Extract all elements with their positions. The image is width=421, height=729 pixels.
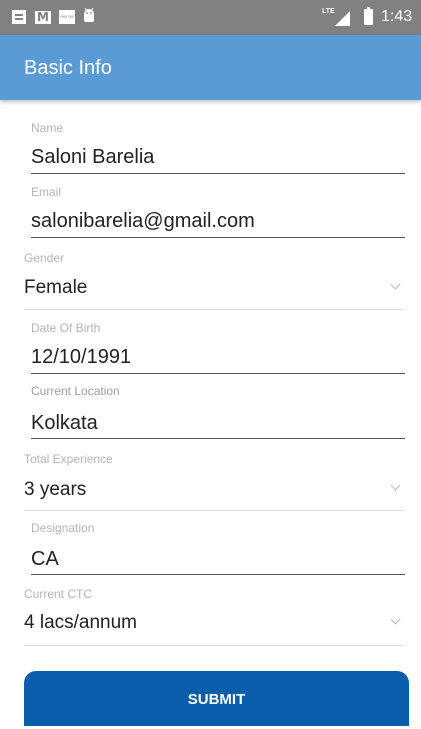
name-label: Name bbox=[31, 121, 64, 135]
ctc-label: Current CTC bbox=[24, 587, 93, 601]
network-type: LTE bbox=[322, 8, 335, 15]
experience-label: Total Experience bbox=[24, 452, 113, 466]
experience-underline bbox=[24, 510, 405, 511]
designation-field[interactable]: Designation CA bbox=[24, 519, 405, 575]
location-field[interactable]: Current Location Kolkata bbox=[24, 382, 405, 440]
status-time: 1:43 bbox=[381, 8, 413, 25]
dob-label: Date Of Birth bbox=[31, 321, 101, 335]
signal-icon bbox=[335, 11, 350, 26]
name-underline bbox=[31, 173, 405, 174]
designation-input[interactable]: CA bbox=[31, 548, 59, 571]
ctc-underline bbox=[24, 645, 405, 646]
status-bar: PAYTM LTE 1:43 bbox=[0, 0, 421, 35]
paytm-icon: PAYTM bbox=[59, 10, 75, 24]
submit-button[interactable]: SUBMIT bbox=[24, 671, 409, 726]
dob-input[interactable]: 12/10/1991 bbox=[31, 346, 131, 369]
page-title: Basic Info bbox=[24, 57, 112, 79]
ctc-value[interactable]: 4 lacs/annum bbox=[24, 612, 137, 634]
location-label: Current Location bbox=[31, 384, 120, 398]
experience-value[interactable]: 3 years bbox=[24, 479, 86, 501]
email-label: Email bbox=[31, 185, 62, 199]
email-input[interactable]: salonibarelia@gmail.com bbox=[31, 210, 255, 233]
android-icon bbox=[84, 8, 94, 22]
ctc-select[interactable]: Current CTC 4 lacs/annum bbox=[24, 585, 405, 647]
chevron-down-icon[interactable] bbox=[390, 279, 401, 290]
name-field[interactable]: Name Saloni Barelia bbox=[24, 118, 405, 174]
gender-value[interactable]: Female bbox=[24, 277, 87, 299]
name-input[interactable]: Saloni Barelia bbox=[31, 146, 154, 169]
gmail-icon bbox=[35, 10, 51, 24]
notes-icon bbox=[12, 10, 26, 24]
gender-label: Gender bbox=[24, 251, 65, 265]
gender-underline bbox=[24, 309, 405, 310]
chevron-down-icon[interactable] bbox=[390, 480, 401, 491]
battery-icon bbox=[364, 7, 373, 25]
gender-select[interactable]: Gender Female bbox=[24, 249, 405, 311]
app-bar: Basic Info bbox=[0, 35, 421, 100]
designation-label: Designation bbox=[31, 521, 95, 535]
experience-select[interactable]: Total Experience 3 years bbox=[24, 450, 405, 512]
email-field[interactable]: Email salonibarelia@gmail.com bbox=[24, 183, 405, 239]
chevron-down-icon[interactable] bbox=[390, 614, 401, 625]
email-underline bbox=[31, 237, 405, 238]
dob-underline bbox=[31, 373, 405, 374]
dob-field[interactable]: Date Of Birth 12/10/1991 bbox=[24, 318, 405, 374]
location-input[interactable]: Kolkata bbox=[31, 412, 98, 435]
location-underline bbox=[31, 438, 405, 439]
designation-underline bbox=[31, 574, 405, 575]
